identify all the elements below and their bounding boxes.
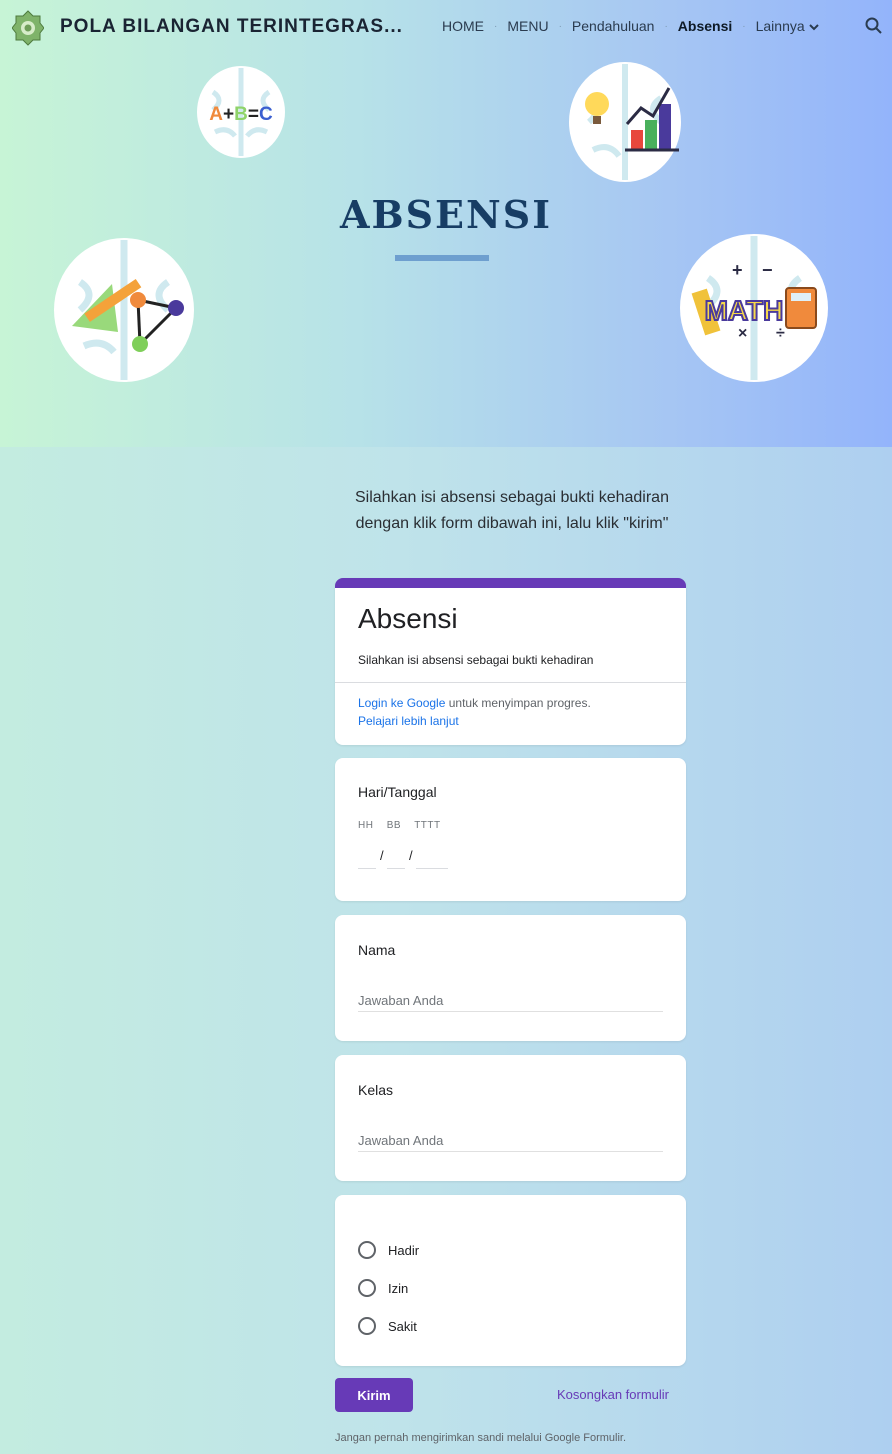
nav-separator: · [558, 20, 562, 32]
attendance-question-card: Hadir Izin Sakit [335, 1195, 686, 1366]
svg-text:−: − [762, 260, 773, 280]
option-sakit[interactable]: Sakit [358, 1317, 417, 1335]
nav-separator: · [742, 20, 746, 32]
site-logo-icon[interactable] [12, 9, 44, 47]
nav-item-pendahuluan[interactable]: Pendahuluan [572, 18, 655, 34]
login-notice: Login ke Google untuk menyimpan progres.… [358, 694, 591, 730]
nav-menu: HOME · MENU · Pendahuluan · Absensi · La… [442, 18, 819, 34]
radio-circle-icon[interactable] [358, 1241, 376, 1259]
brain-math-illustration: MATH + − × ÷ [680, 234, 828, 382]
brain-equation-text: A+B=C [209, 104, 273, 125]
option-hadir[interactable]: Hadir [358, 1241, 419, 1259]
learn-more-link[interactable]: Pelajari lebih lanjut [358, 714, 459, 728]
option-izin[interactable]: Izin [358, 1279, 408, 1297]
top-navigation: POLA BILANGAN TERINTEGRAS... HOME · MENU… [0, 0, 892, 56]
date-separator: / [409, 848, 413, 863]
option-label: Izin [388, 1280, 409, 1296]
chevron-down-icon [808, 24, 819, 31]
class-question-card: Kelas [335, 1055, 686, 1181]
nav-separator: · [494, 20, 498, 32]
svg-text:×: × [738, 325, 747, 342]
password-warning: Jangan pernah mengirimkan sandi melalui … [335, 1432, 627, 1444]
search-icon[interactable] [865, 17, 883, 35]
brain-equation-illustration: A+B=C [197, 66, 285, 158]
nav-separator: · [664, 20, 668, 32]
form-header-divider [335, 682, 686, 683]
page-title: ABSENSI [340, 192, 552, 237]
nav-item-menu[interactable]: MENU [507, 18, 548, 34]
form-title: Absensi [358, 603, 458, 634]
intro-text: Silahkan isi absensi sebagai bukti kehad… [312, 485, 712, 537]
brain-chart-illustration [569, 62, 681, 182]
hero-banner: POLA BILANGAN TERINTEGRAS... HOME · MENU… [0, 0, 892, 447]
option-label: Hadir [388, 1242, 420, 1258]
name-question-label: Nama [358, 942, 396, 958]
form-header-card: Absensi Silahkan isi absensi sebagai buk… [335, 578, 686, 745]
login-notice-text: untuk menyimpan progres. [445, 696, 591, 710]
brain-math-text: MATH [705, 295, 784, 326]
radio-circle-icon[interactable] [358, 1317, 376, 1335]
nav-item-lainnya-label: Lainnya [755, 18, 805, 34]
nav-item-home[interactable]: HOME [442, 18, 484, 34]
submit-button[interactable]: Kirim [335, 1378, 413, 1412]
date-part-month: BB [386, 820, 402, 831]
intro-line-1: Silahkan isi absensi sebagai bukti kehad… [355, 489, 669, 506]
date-question-label: Hari/Tanggal [358, 784, 437, 800]
date-part-headers: HH BB TTTT [358, 820, 451, 831]
form-description: Silahkan isi absensi sebagai bukti kehad… [358, 653, 594, 667]
class-question-label: Kelas [358, 1082, 394, 1098]
nav-item-absensi[interactable]: Absensi [678, 18, 732, 34]
name-answer-input[interactable] [358, 989, 663, 1012]
date-year-input[interactable] [416, 846, 448, 869]
date-part-day: HH [358, 820, 374, 831]
option-label: Sakit [388, 1318, 417, 1334]
clear-form-link[interactable]: Kosongkan formulir [557, 1387, 669, 1402]
class-answer-input[interactable] [358, 1129, 663, 1152]
radio-circle-icon[interactable] [358, 1279, 376, 1297]
svg-text:+: + [732, 260, 743, 280]
date-day-input[interactable] [358, 846, 376, 869]
login-google-link[interactable]: Login ke Google [358, 696, 445, 710]
nav-item-lainnya[interactable]: Lainnya [756, 18, 819, 34]
intro-line-2: dengan klik form dibawah ini, lalu klik … [355, 515, 669, 532]
brain-geometry-illustration [54, 238, 194, 382]
date-question-card: Hari/Tanggal HH BB TTTT / / [335, 758, 686, 901]
date-separator: / [380, 848, 384, 863]
date-month-input[interactable] [387, 846, 405, 869]
site-title[interactable]: POLA BILANGAN TERINTEGRAS... [60, 16, 403, 38]
name-question-card: Nama [335, 915, 686, 1041]
title-underline [395, 255, 489, 261]
svg-text:÷: ÷ [776, 325, 785, 342]
date-part-year: TTTT [414, 820, 441, 831]
